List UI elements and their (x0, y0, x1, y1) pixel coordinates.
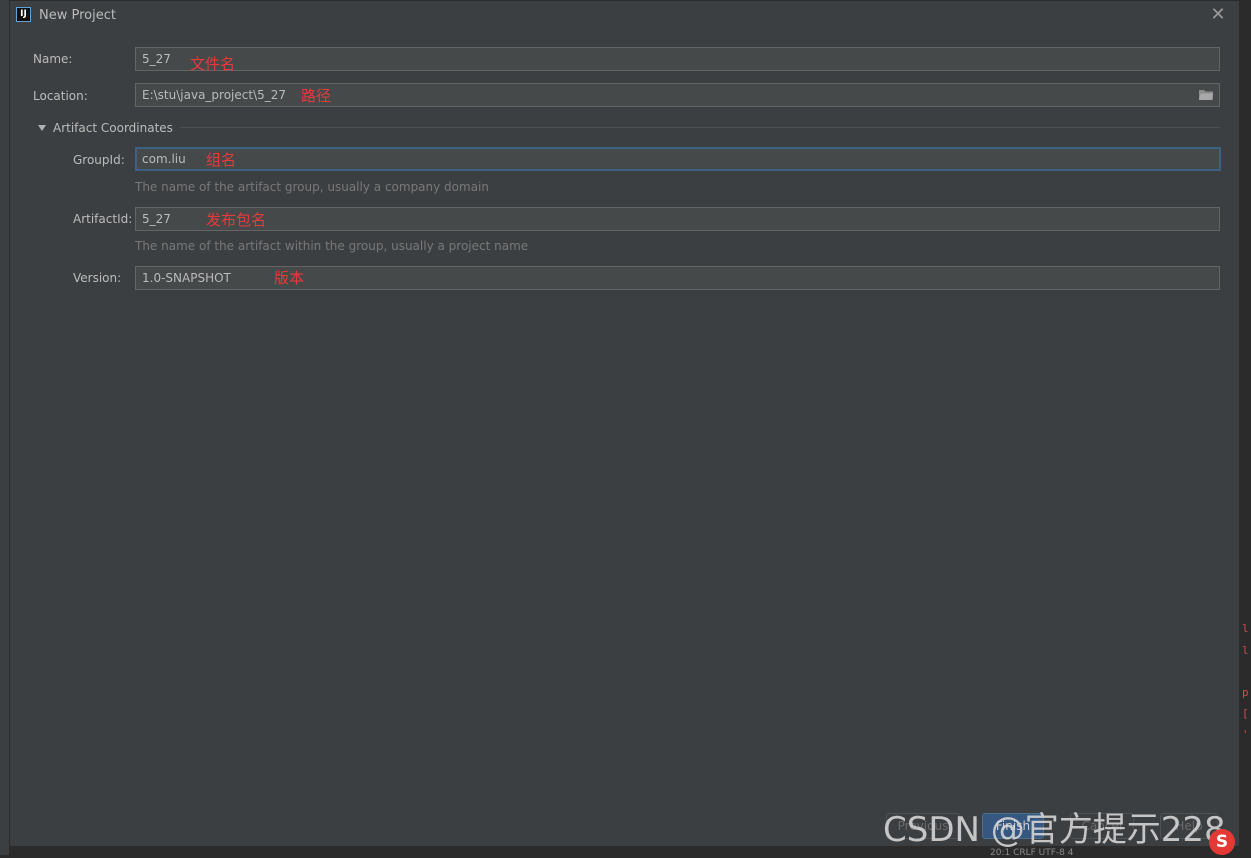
version-label: Version: (73, 271, 122, 285)
sogou-ime-icon[interactable]: S (1209, 829, 1235, 855)
location-input-value: E:\stu\java_project\5_27 (142, 88, 287, 102)
groupid-label: GroupId: (73, 153, 125, 167)
groupid-input[interactable]: com.liu (135, 147, 1221, 171)
groupid-hint: The name of the artifact group, usually … (135, 180, 489, 194)
location-input[interactable]: E:\stu\java_project\5_27 (135, 83, 1220, 107)
version-annotation: 版本 (274, 269, 305, 287)
name-input-value: 5_27 (142, 52, 171, 66)
intellij-app-icon: IJ (16, 7, 31, 22)
dialog-titlebar: IJ New Project ✕ (10, 1, 1239, 31)
background-ide-right-strip: l l p [ ' (1240, 0, 1251, 855)
close-icon: ✕ (1210, 4, 1226, 25)
csdn-watermark: CSDN @官方提示228 (883, 810, 1226, 850)
groupid-input-value: com.liu (142, 152, 186, 166)
artifactid-label: ArtifactId: (73, 212, 133, 226)
artifact-coordinates-title: Artifact Coordinates (53, 121, 173, 135)
name-label: Name: (33, 52, 73, 66)
section-divider (180, 127, 1220, 128)
new-project-dialog: IJ New Project ✕ Name: 5_27 文件名 Location… (9, 0, 1240, 847)
artifactid-input-value: 5_27 (142, 212, 171, 226)
groupid-annotation: 组名 (206, 151, 237, 169)
ide-status-bar: 20:1 CRLF UTF-8 4 (990, 848, 1074, 858)
artifactid-hint: The name of the artifact within the grou… (135, 239, 529, 253)
version-input-value: 1.0-SNAPSHOT (142, 271, 231, 285)
name-annotation: 文件名 (190, 55, 236, 73)
artifactid-input[interactable]: 5_27 (135, 207, 1220, 231)
name-input[interactable]: 5_27 (135, 47, 1220, 71)
background-ide-left-strip (0, 0, 9, 855)
expand-triangle-icon (38, 125, 46, 131)
dialog-title: New Project (39, 8, 116, 23)
location-annotation: 路径 (301, 87, 332, 105)
artifactid-annotation: 发布包名 (206, 211, 267, 229)
folder-browse-icon[interactable] (1199, 89, 1213, 100)
close-button[interactable]: ✕ (1209, 6, 1227, 24)
location-label: Location: (33, 89, 88, 103)
